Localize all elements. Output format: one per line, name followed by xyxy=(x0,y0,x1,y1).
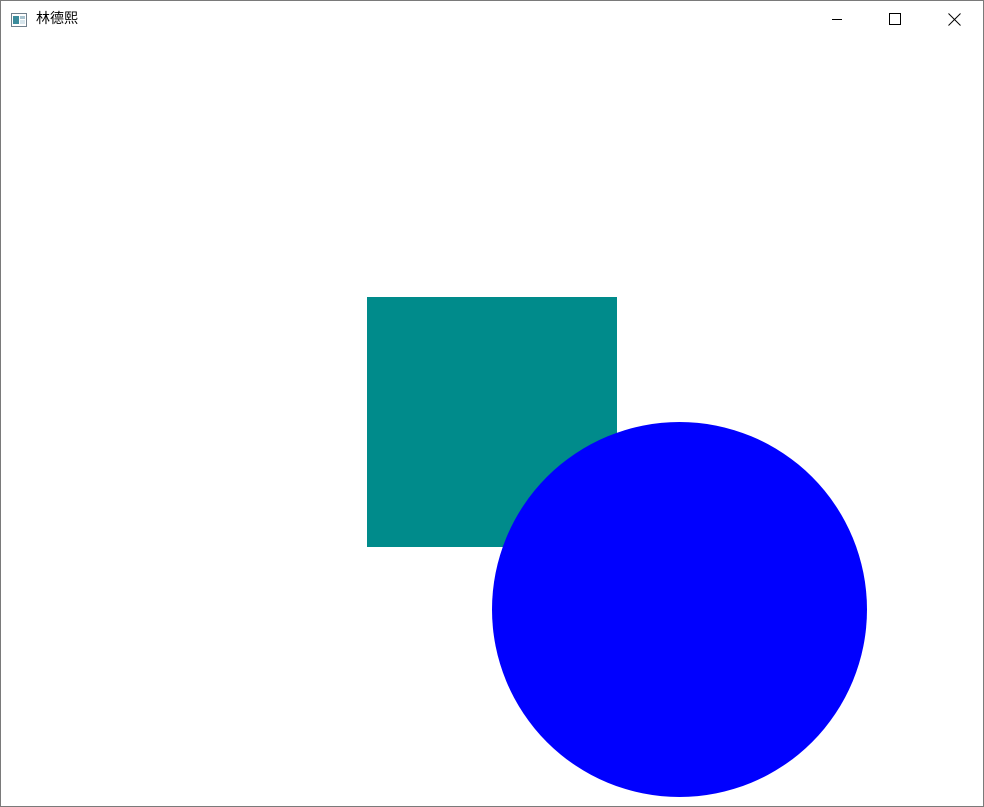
maximize-button[interactable] xyxy=(866,1,924,37)
drawing-canvas xyxy=(1,37,983,806)
maximize-icon xyxy=(889,13,901,25)
app-window-icon[interactable] xyxy=(11,12,27,27)
minimize-icon xyxy=(831,13,843,25)
close-icon xyxy=(947,12,961,26)
close-button[interactable] xyxy=(925,1,983,37)
app-window: 林德熙 xyxy=(0,0,984,807)
title-bar[interactable]: 林德熙 xyxy=(1,1,983,37)
blue-circle xyxy=(492,422,867,797)
minimize-button[interactable] xyxy=(808,1,866,37)
window-title: 林德熙 xyxy=(36,11,78,27)
